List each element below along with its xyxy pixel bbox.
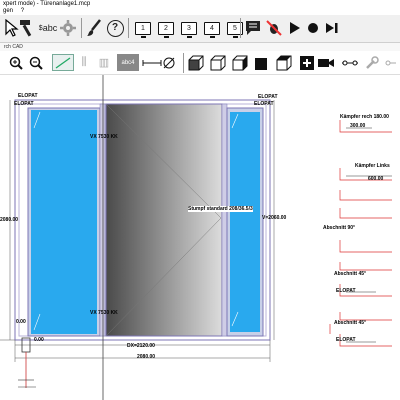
profile-kampfer-rech[interactable]: Kämpfer rech 180.00 bbox=[340, 114, 389, 120]
brush-button[interactable] bbox=[84, 17, 104, 39]
window-title: xpert mode) - Türenanlage1.mcp bbox=[0, 0, 400, 8]
no-bug-button[interactable] bbox=[264, 17, 284, 39]
view-3d-wire-button[interactable] bbox=[210, 54, 226, 71]
toolbar-separator bbox=[128, 18, 129, 38]
door-drawing bbox=[0, 75, 392, 400]
cube-side-icon bbox=[232, 55, 248, 70]
view-3d-side-button[interactable] bbox=[232, 54, 248, 71]
profile-elopat-2: ELOPAT bbox=[336, 337, 356, 343]
grid-line-icon bbox=[55, 56, 71, 69]
profile-elopat-1: ELOPAT bbox=[336, 288, 356, 294]
toolbar-separator bbox=[240, 18, 241, 38]
play-button[interactable] bbox=[286, 17, 304, 39]
toolbar-separator bbox=[183, 53, 184, 73]
toolbar-separator bbox=[81, 18, 82, 38]
gear-icon bbox=[60, 20, 76, 36]
view-2-button[interactable]: 2 bbox=[155, 17, 177, 39]
cube-top-icon bbox=[276, 55, 292, 70]
view-3d-top-button[interactable] bbox=[276, 54, 292, 71]
zoom-out-button[interactable] bbox=[28, 54, 44, 71]
ortho-icon: ⫼ bbox=[81, 56, 87, 68]
elopat-label-tr-1: ELOPAT bbox=[258, 94, 278, 100]
abc-label: abc bbox=[42, 23, 58, 33]
view-3d-solid-button[interactable] bbox=[254, 54, 270, 71]
vx-label-bottom: VX 7530 KK bbox=[90, 310, 118, 316]
profile-abschnitt-45-2[interactable]: Abschnitt 45° bbox=[334, 320, 366, 326]
main-toolbar: $ abc ? 1 2 3 4 5 bbox=[0, 15, 400, 43]
view-3d-front-button[interactable] bbox=[188, 54, 204, 71]
stumpf-label: Stumpf standard 208/36.5/3 bbox=[188, 206, 253, 212]
view-4-button[interactable]: 4 bbox=[201, 17, 223, 39]
columns-icon: ▥ bbox=[98, 57, 110, 69]
monitor-1-icon: 1 bbox=[135, 21, 151, 38]
node-link-icon bbox=[342, 60, 358, 65]
ortho-button[interactable]: ⫼ bbox=[76, 54, 92, 71]
width-dimension: 2080.00 bbox=[137, 354, 156, 360]
record-icon bbox=[308, 23, 318, 33]
height-dim-right: V=2060.00 bbox=[262, 215, 287, 221]
monitor-2-icon: 2 bbox=[158, 21, 174, 38]
plus-box-icon bbox=[300, 55, 314, 70]
cad-toolbar: ⫼ ▥ abc4 bbox=[0, 52, 400, 75]
notes-button[interactable] bbox=[243, 17, 263, 39]
brush-icon bbox=[87, 19, 101, 36]
record-button[interactable] bbox=[304, 17, 322, 39]
hammer-button[interactable] bbox=[16, 17, 40, 39]
cad-canvas[interactable]: ELOPAT ELOPAT ELOPAT ELOPAT VX 7530 KK V… bbox=[0, 75, 400, 400]
abc4-button[interactable]: abc4 bbox=[117, 54, 139, 71]
text-abc-button[interactable]: $ abc bbox=[38, 17, 58, 39]
speech-bubble-icon bbox=[246, 21, 260, 35]
add-element-button[interactable] bbox=[299, 54, 315, 71]
help-button[interactable]: ? bbox=[105, 17, 125, 39]
profile-abschnitt-45-1[interactable]: Abschnitt 45° bbox=[334, 271, 366, 277]
hammer-icon bbox=[20, 20, 32, 37]
zoom-in-icon bbox=[9, 56, 23, 70]
settings-button[interactable] bbox=[58, 17, 78, 39]
menu-item-gen[interactable]: gen bbox=[3, 8, 13, 14]
grid-snap-button[interactable] bbox=[52, 54, 74, 71]
monitor-3-icon: 3 bbox=[181, 21, 197, 38]
cube-front-icon bbox=[188, 55, 204, 70]
rotate-button[interactable] bbox=[161, 54, 177, 71]
small-dim-left: 0.00 bbox=[16, 319, 26, 325]
view-3-button[interactable]: 3 bbox=[178, 17, 200, 39]
elopat-label-tl-2: ELOPAT bbox=[14, 101, 34, 107]
zoom-in-button[interactable] bbox=[8, 54, 24, 71]
profile-kampfer-links-value: 600.00 bbox=[368, 176, 384, 182]
step-button[interactable] bbox=[322, 17, 342, 39]
step-forward-icon bbox=[326, 23, 338, 33]
wrench-icon bbox=[366, 55, 379, 69]
play-icon bbox=[290, 22, 300, 34]
zoom-out-icon bbox=[29, 56, 43, 70]
gray-tool-button[interactable] bbox=[362, 54, 382, 71]
profile-kampfer-links[interactable]: Kämpfer Links bbox=[355, 163, 390, 169]
camera-button[interactable] bbox=[318, 54, 334, 71]
node-link-button[interactable] bbox=[340, 54, 360, 71]
height-dim-left: 2080.00 bbox=[0, 217, 19, 223]
measure-icon bbox=[142, 59, 162, 66]
node-link-gray-icon bbox=[385, 60, 396, 65]
elopat-label-tr-2: ELOPAT bbox=[254, 101, 274, 107]
circle-line-icon bbox=[163, 57, 175, 68]
profile-abschnitt-90[interactable]: Abschnitt 90° bbox=[323, 225, 355, 231]
view-1-button[interactable]: 1 bbox=[132, 17, 154, 39]
elopat-label-tl-1: ELOPAT bbox=[18, 93, 38, 99]
cube-solid-icon bbox=[255, 57, 267, 70]
columns-button[interactable]: ▥ bbox=[96, 54, 112, 71]
gray-tool-2-button[interactable] bbox=[384, 54, 398, 71]
profile-kampfer-rech-value: 300.00 bbox=[350, 123, 366, 129]
help-icon: ? bbox=[106, 19, 124, 37]
bottom-left-dim: 0.00 bbox=[34, 337, 44, 343]
cube-wire-icon bbox=[210, 55, 226, 70]
dx-dimension: DX=2120.00 bbox=[127, 343, 155, 349]
vx-label-top: VX 7530 KK bbox=[90, 134, 118, 140]
bug-crossed-icon bbox=[266, 20, 282, 36]
monitor-4-icon: 4 bbox=[204, 21, 220, 38]
tab-cad[interactable]: rch CAD bbox=[0, 43, 400, 51]
menu-bar: gen ? bbox=[0, 8, 400, 15]
measure-button[interactable] bbox=[141, 54, 163, 71]
abc4-label: abc4 bbox=[121, 59, 135, 66]
camera-icon bbox=[318, 58, 334, 67]
menu-item-help[interactable]: ? bbox=[21, 8, 24, 14]
